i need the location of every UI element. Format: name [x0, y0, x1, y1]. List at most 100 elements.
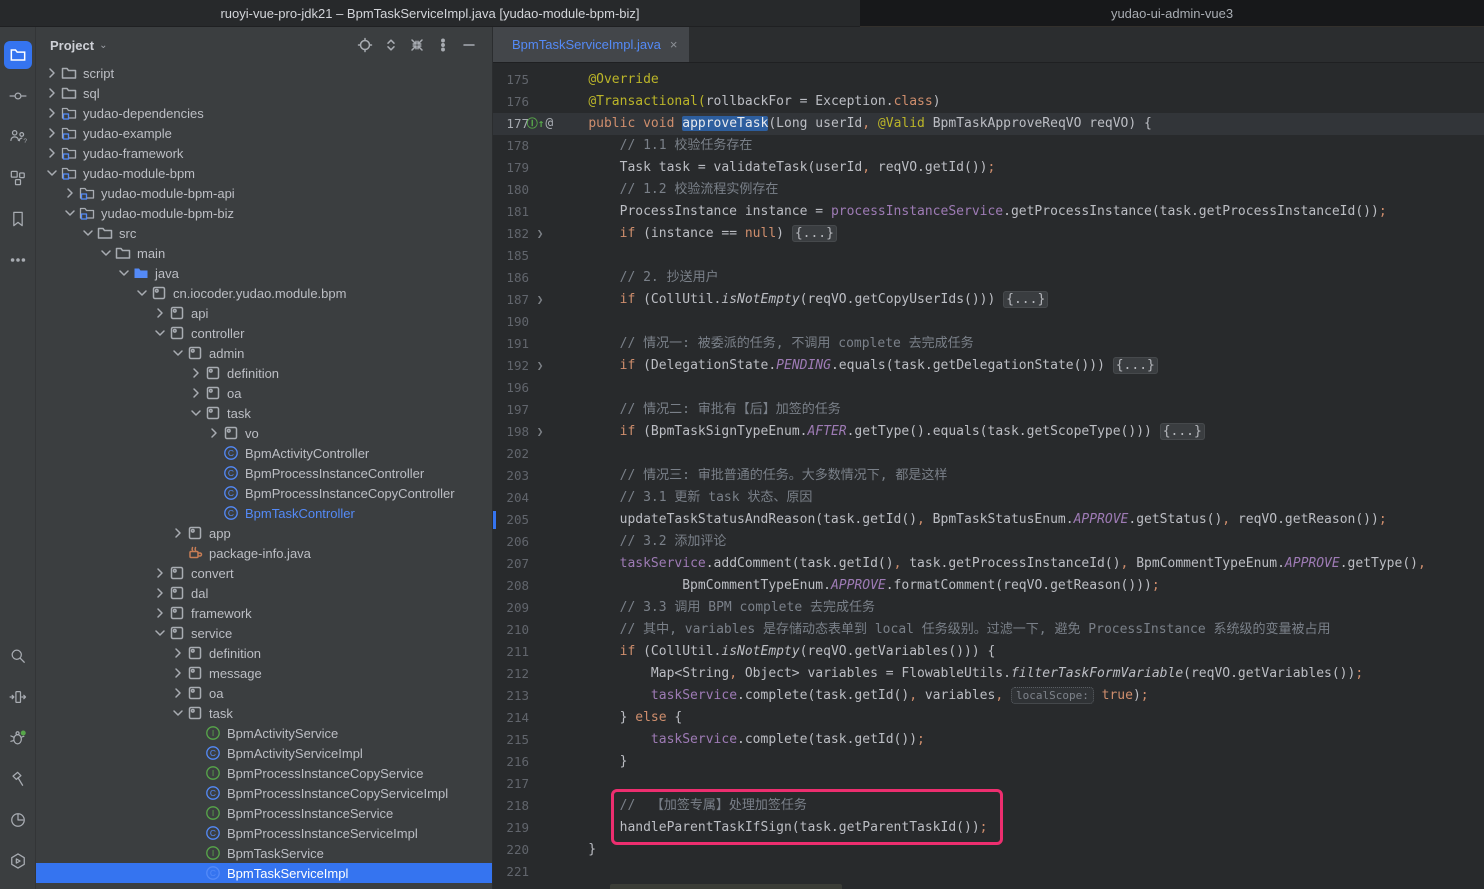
- code-line-204[interactable]: 204 // 3.1 更新 task 状态、原因: [493, 487, 1484, 509]
- tree-item-bpmtaskcontroller[interactable]: CBpmTaskController: [36, 503, 492, 523]
- code-line-205[interactable]: 205 updateTaskStatusAndReason(task.getId…: [493, 509, 1484, 531]
- pull-requests-icon[interactable]: ?: [0, 116, 36, 157]
- code-line-181[interactable]: 181 ProcessInstance instance = processIn…: [493, 201, 1484, 223]
- tree-item-sql[interactable]: sql: [36, 83, 492, 103]
- tree-item-api[interactable]: api: [36, 303, 492, 323]
- gutter-icons[interactable]: Ⓘ↑@: [529, 113, 551, 135]
- locate-file-icon[interactable]: [352, 33, 378, 57]
- code-line-208[interactable]: 208 BpmCommentTypeEnum.APPROVE.formatCom…: [493, 575, 1484, 597]
- code-line-179[interactable]: 179 Task task = validateTask(userId, req…: [493, 157, 1484, 179]
- tree-item-script[interactable]: script: [36, 63, 492, 83]
- structure-icon[interactable]: [0, 157, 36, 198]
- code-line-214[interactable]: 214 } else {: [493, 707, 1484, 729]
- fold-arrow-icon[interactable]: ❯: [529, 421, 551, 443]
- project-panel-title[interactable]: Project: [50, 38, 94, 53]
- tree-item-bpmtaskservice[interactable]: IBpmTaskService: [36, 843, 492, 863]
- chevron-down-icon[interactable]: [80, 225, 96, 241]
- code-line-175[interactable]: 175 @Override: [493, 69, 1484, 91]
- tree-item-convert[interactable]: convert: [36, 563, 492, 583]
- code-line-196[interactable]: 196: [493, 377, 1484, 399]
- tree-item-bpmprocessinstancecopyservice[interactable]: IBpmProcessInstanceCopyService: [36, 763, 492, 783]
- code-line-191[interactable]: 191 // 情况一: 被委派的任务, 不调用 complete 去完成任务: [493, 333, 1484, 355]
- chevron-down-icon[interactable]: [152, 625, 168, 641]
- tree-item-bpmprocessinstancecopyserviceimpl[interactable]: CBpmProcessInstanceCopyServiceImpl: [36, 783, 492, 803]
- project-folder-icon[interactable]: [0, 34, 36, 75]
- chevron-down-icon[interactable]: [170, 705, 186, 721]
- code-line-178[interactable]: 178 // 1.1 校验任务存在: [493, 135, 1484, 157]
- run-icon[interactable]: [0, 676, 36, 717]
- fold-arrow-icon[interactable]: ❯: [529, 289, 551, 311]
- code-line-180[interactable]: 180 // 1.2 校验流程实例存在: [493, 179, 1484, 201]
- tree-item-yudao-framework[interactable]: yudao-framework: [36, 143, 492, 163]
- chevron-right-icon[interactable]: [152, 305, 168, 321]
- expand-collapse-icon[interactable]: [378, 33, 404, 57]
- code-line-192[interactable]: 192❯ if (DelegationState.PENDING.equals(…: [493, 355, 1484, 377]
- tree-item-main[interactable]: main: [36, 243, 492, 263]
- chevron-right-icon[interactable]: [188, 385, 204, 401]
- tree-item-bpmactivitycontroller[interactable]: CBpmActivityController: [36, 443, 492, 463]
- code-line-216[interactable]: 216 }: [493, 751, 1484, 773]
- close-icon[interactable]: ×: [668, 37, 680, 52]
- tree-item-oa[interactable]: oa: [36, 383, 492, 403]
- tree-item-message[interactable]: message: [36, 663, 492, 683]
- tree-item-vo[interactable]: vo: [36, 423, 492, 443]
- chevron-right-icon[interactable]: [170, 665, 186, 681]
- tree-item-cn-iocoder-yudao-module-bpm[interactable]: cn.iocoder.yudao.module.bpm: [36, 283, 492, 303]
- tree-item-bpmprocessinstancecontroller[interactable]: CBpmProcessInstanceController: [36, 463, 492, 483]
- tree-item-bpmtaskserviceimpl[interactable]: CBpmTaskServiceImpl: [36, 863, 492, 883]
- code-line-206[interactable]: 206 // 3.2 添加评论: [493, 531, 1484, 553]
- chevron-right-icon[interactable]: [44, 65, 60, 81]
- code-line-218[interactable]: 218 // 【加签专属】处理加签任务: [493, 795, 1484, 817]
- tree-item-dal[interactable]: dal: [36, 583, 492, 603]
- tree-item-bpmactivityserviceimpl[interactable]: CBpmActivityServiceImpl: [36, 743, 492, 763]
- fold-arrow-icon[interactable]: ❯: [529, 355, 551, 377]
- chevron-right-icon[interactable]: [152, 605, 168, 621]
- chevron-right-icon[interactable]: [170, 525, 186, 541]
- code-line-217[interactable]: 217: [493, 773, 1484, 795]
- chevron-right-icon[interactable]: [206, 425, 222, 441]
- editor-tab-bpmtaskserviceimpl[interactable]: C BpmTaskServiceImpl.java ×: [493, 27, 689, 62]
- chevron-right-icon[interactable]: [188, 365, 204, 381]
- code-line-210[interactable]: 210 // 其中, variables 是存储动态表单到 local 任务级别…: [493, 619, 1484, 641]
- chevron-down-icon[interactable]: [134, 285, 150, 301]
- folded-block[interactable]: {...}: [1113, 357, 1158, 374]
- code-line-213[interactable]: 213 taskService.complete(task.getId(), v…: [493, 685, 1484, 707]
- bookmarks-icon[interactable]: [0, 198, 36, 239]
- tree-item-package-info-java[interactable]: package-info.java: [36, 543, 492, 563]
- build-icon[interactable]: [0, 758, 36, 799]
- folded-block[interactable]: {...}: [1003, 291, 1048, 308]
- tree-item-yudao-module-bpm[interactable]: yudao-module-bpm: [36, 163, 492, 183]
- code-line-203[interactable]: 203 // 情况三: 审批普通的任务。大多数情况下, 都是这样: [493, 465, 1484, 487]
- chevron-right-icon[interactable]: [44, 105, 60, 121]
- more-options-icon[interactable]: [430, 33, 456, 57]
- chevron-down-icon[interactable]: [44, 165, 60, 181]
- fold-arrow-icon[interactable]: ❯: [529, 223, 551, 245]
- tree-item-definition[interactable]: definition: [36, 363, 492, 383]
- tree-item-oa[interactable]: oa: [36, 683, 492, 703]
- code-line-219[interactable]: 219 handleParentTaskIfSign(task.getParen…: [493, 817, 1484, 839]
- code-line-177[interactable]: 177Ⓘ↑@ public void approveTask(Long user…: [493, 113, 1484, 135]
- code-line-187[interactable]: 187❯ if (CollUtil.isNotEmpty(reqVO.getCo…: [493, 289, 1484, 311]
- commit-icon[interactable]: [0, 75, 36, 116]
- code-line-190[interactable]: 190: [493, 311, 1484, 333]
- code-line-207[interactable]: 207 taskService.addComment(task.getId(),…: [493, 553, 1484, 575]
- chevron-right-icon[interactable]: [170, 685, 186, 701]
- chevron-right-icon[interactable]: [44, 145, 60, 161]
- code-line-211[interactable]: 211 if (CollUtil.isNotEmpty(reqVO.getVar…: [493, 641, 1484, 663]
- code-line-186[interactable]: 186 // 2. 抄送用户: [493, 267, 1484, 289]
- tree-item-yudao-dependencies[interactable]: yudao-dependencies: [36, 103, 492, 123]
- tree-item-definition[interactable]: definition: [36, 643, 492, 663]
- chevron-down-icon[interactable]: [152, 325, 168, 341]
- chevron-down-icon[interactable]: [170, 345, 186, 361]
- tree-item-app[interactable]: app: [36, 523, 492, 543]
- tree-item-service[interactable]: service: [36, 623, 492, 643]
- tree-item-yudao-module-bpm-api[interactable]: yudao-module-bpm-api: [36, 183, 492, 203]
- profiler-icon[interactable]: [0, 799, 36, 840]
- tree-item-task[interactable]: task: [36, 403, 492, 423]
- tree-item-src[interactable]: src: [36, 223, 492, 243]
- code-line-221[interactable]: 221: [493, 861, 1484, 883]
- chevron-down-icon[interactable]: [62, 205, 78, 221]
- chevron-down-icon[interactable]: [188, 405, 204, 421]
- tree-item-bpmactivityservice[interactable]: IBpmActivityService: [36, 723, 492, 743]
- chevron-right-icon[interactable]: [152, 565, 168, 581]
